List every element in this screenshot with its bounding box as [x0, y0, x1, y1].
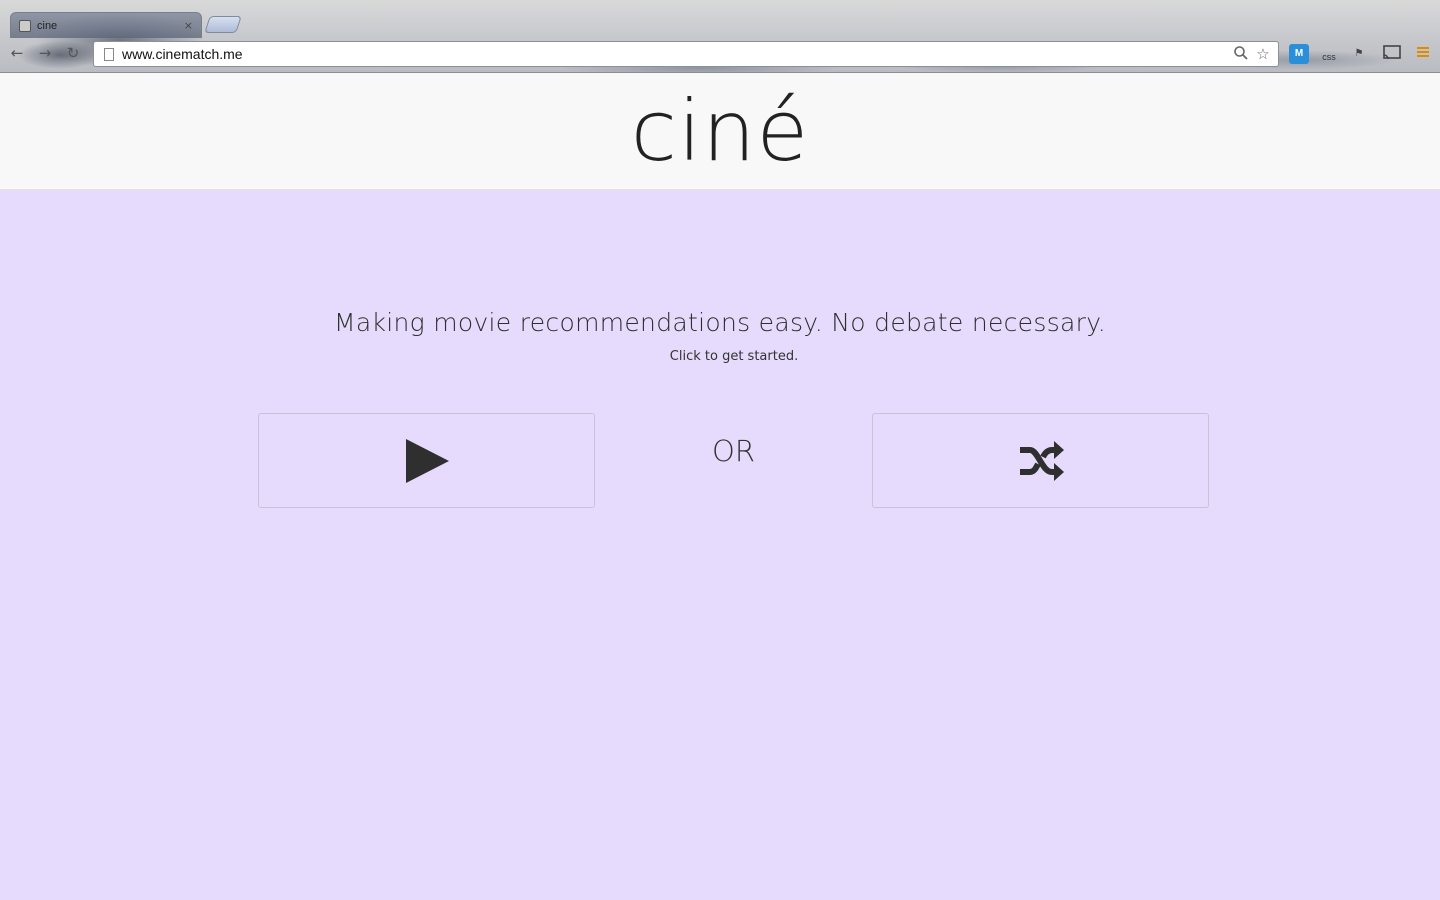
back-icon[interactable]: ←: [8, 44, 26, 62]
search-icon[interactable]: [1232, 45, 1250, 63]
site-logo[interactable]: ciné: [0, 73, 1440, 190]
browser-tab[interactable]: cine ×: [10, 12, 202, 38]
site-header: ciné: [0, 73, 1440, 190]
url-text[interactable]: www.cinematch.me: [122, 46, 1228, 62]
or-separator: OR: [712, 434, 755, 468]
play-button[interactable]: [258, 413, 595, 508]
address-bar[interactable]: www.cinematch.me ☆: [93, 41, 1279, 67]
cast-icon[interactable]: [1382, 44, 1402, 64]
forward-icon[interactable]: →: [36, 44, 54, 62]
tagline: Making movie recommendations easy. No de…: [334, 308, 1106, 337]
get-started-hint: Click to get started.: [669, 349, 799, 364]
close-tab-icon[interactable]: ×: [184, 19, 193, 32]
shuffle-button[interactable]: [872, 413, 1209, 508]
play-icon: [405, 438, 449, 483]
browser-chrome: cine × ← → ↻ www.cinematch.me ☆ M css ⚑: [0, 0, 1440, 73]
extension-m-icon[interactable]: M: [1289, 44, 1309, 64]
page-icon: [104, 47, 114, 61]
shuffle-icon: [1019, 440, 1064, 481]
new-tab-button[interactable]: [204, 16, 242, 33]
extension-tag-icon[interactable]: ⚑: [1349, 44, 1369, 64]
reload-icon[interactable]: ↻: [64, 44, 82, 62]
bookmark-star-icon[interactable]: ☆: [1254, 45, 1272, 63]
extension-css-icon[interactable]: css: [1319, 44, 1339, 64]
favicon-icon: [19, 19, 31, 32]
menu-icon[interactable]: [1413, 44, 1433, 64]
tab-title: cine: [37, 19, 58, 32]
